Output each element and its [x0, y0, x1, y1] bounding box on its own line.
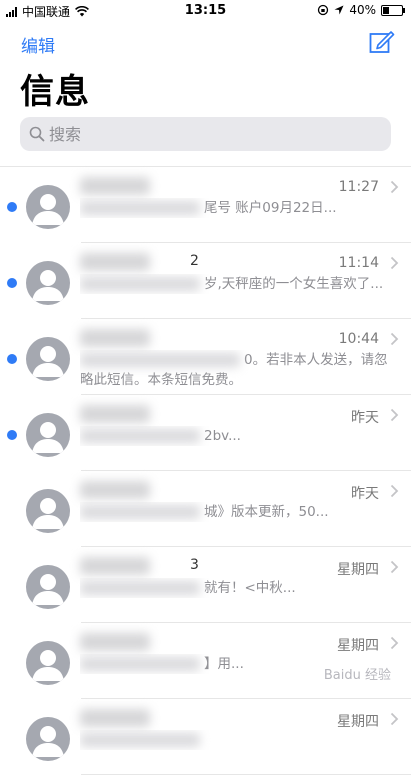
message-preview: 2bv...	[80, 426, 391, 446]
message-row[interactable]: 2 11:14 岁,天秤座的一个女生喜欢了...	[0, 243, 411, 319]
watermark: Baidu 经验	[323, 668, 391, 683]
chevron-right-icon	[390, 180, 399, 194]
chevron-right-icon	[390, 408, 399, 422]
avatar	[26, 261, 70, 305]
message-row[interactable]: 星期四 】用...	[0, 623, 411, 699]
sender-name	[80, 707, 280, 727]
message-list: 11:27 尾号 账户09月22日... 2 11:14 岁,天秤座的一个女生喜欢了..…	[0, 166, 411, 775]
location-icon	[334, 5, 344, 15]
chevron-right-icon	[390, 332, 399, 346]
unread-dot	[7, 354, 17, 364]
message-time: 10:44	[338, 331, 379, 347]
message-preview: 就有！<中秋...	[80, 578, 391, 598]
message-time: 星期四	[337, 638, 379, 654]
sender-name: 2	[80, 251, 280, 271]
chevron-right-icon	[390, 636, 399, 650]
avatar	[26, 413, 70, 457]
chevron-right-icon	[390, 256, 399, 270]
avatar	[26, 337, 70, 381]
message-time: 11:27	[338, 179, 379, 195]
message-preview: 0。若非本人发送，请忽略此短信。本条短信免费。	[80, 352, 388, 388]
unread-dot	[7, 430, 17, 440]
orientation-lock-icon	[318, 4, 329, 16]
message-time: 星期四	[337, 562, 379, 578]
search-input[interactable]	[49, 117, 379, 151]
avatar	[26, 489, 70, 533]
sender-name	[80, 327, 280, 347]
message-time: 星期四	[337, 714, 379, 730]
message-row[interactable]: 昨天 城》版本更新，50...	[0, 471, 411, 547]
message-preview: 岁,天秤座的一个女生喜欢了...	[80, 274, 391, 294]
sender-name	[80, 631, 280, 651]
message-row[interactable]: 11:27 尾号 账户09月22日...	[0, 167, 411, 243]
message-row[interactable]: 10:44 0。若非本人发送，请忽略此短信。本条短信免费。	[0, 319, 411, 395]
avatar	[26, 185, 70, 229]
unread-dot	[7, 278, 17, 288]
chevron-right-icon	[390, 560, 399, 574]
message-row[interactable]: 星期四	[0, 699, 411, 775]
status-bar: 中国联通 13:15 40%	[0, 0, 411, 22]
message-preview	[80, 730, 391, 750]
search-icon	[29, 126, 45, 142]
message-time: 昨天	[351, 486, 379, 502]
status-right: 40%	[317, 3, 405, 17]
chevron-right-icon	[390, 712, 399, 726]
avatar	[26, 565, 70, 609]
message-time: 11:14	[338, 255, 379, 271]
battery-percent: 40%	[349, 3, 376, 17]
edit-button[interactable]: 编辑	[21, 32, 55, 57]
page-title: 信息	[20, 72, 90, 112]
message-preview: 尾号 账户09月22日...	[80, 198, 391, 218]
sender-name	[80, 403, 280, 423]
avatar	[26, 717, 70, 761]
compose-icon[interactable]	[369, 30, 395, 54]
chevron-right-icon	[390, 484, 399, 498]
sender-name: 3	[80, 555, 280, 575]
message-preview: 城》版本更新，50...	[80, 502, 391, 522]
battery-icon	[381, 4, 405, 16]
sender-name	[80, 175, 280, 195]
avatar	[26, 641, 70, 685]
message-row[interactable]: 昨天 2bv...	[0, 395, 411, 471]
unread-dot	[7, 202, 17, 212]
message-time: 昨天	[351, 410, 379, 426]
search-bar[interactable]	[20, 117, 391, 151]
sender-name	[80, 479, 280, 499]
message-row[interactable]: 3 星期四 就有！<中秋...	[0, 547, 411, 623]
